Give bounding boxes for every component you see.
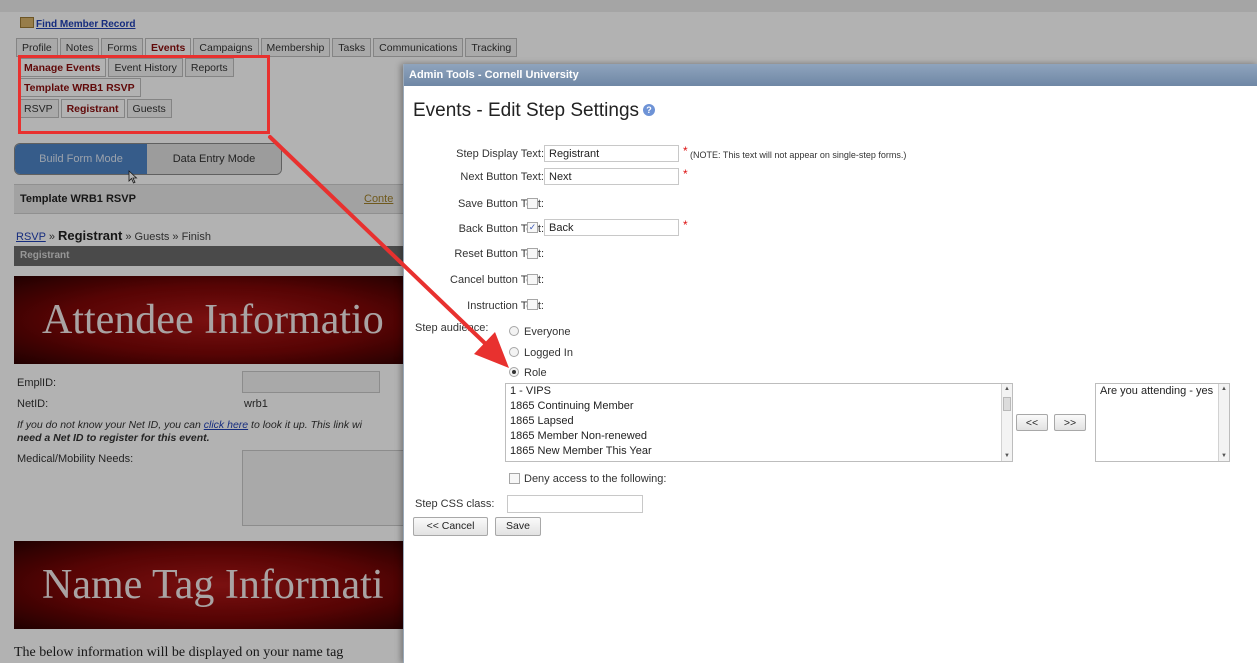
scroll-thumb[interactable] [1003, 397, 1011, 411]
next-button-text-label: Next Button Text: [460, 171, 544, 183]
cancel-button-text-checkbox[interactable] [527, 274, 538, 285]
deny-access-checkbox[interactable] [509, 473, 520, 484]
instruction-text-checkbox[interactable] [527, 299, 538, 310]
role-option[interactable]: 1865 New Member This Year [506, 444, 1012, 459]
save-button-text-checkbox[interactable] [527, 198, 538, 209]
selected-roles-listbox[interactable]: Are you attending - yes ▲ ▼ [1095, 383, 1230, 462]
roles-scrollbar[interactable]: ▲ ▼ [1001, 384, 1012, 461]
step-css-class-label: Step CSS class: [415, 498, 495, 510]
back-button-text-checkbox[interactable]: ✓ [527, 222, 538, 233]
help-icon[interactable]: ? [643, 104, 656, 116]
available-roles-listbox[interactable]: 1 - VIPS 1865 Continuing Member 1865 Lap… [505, 383, 1013, 462]
cancel-button[interactable]: << Cancel [413, 517, 488, 536]
step-display-input[interactable] [544, 145, 679, 162]
audience-logged-in-label: Logged In [524, 347, 573, 359]
scroll-down-icon[interactable]: ▼ [1219, 451, 1229, 461]
save-button[interactable]: Save [495, 517, 541, 536]
role-option[interactable]: 1865 Lapsed [506, 414, 1012, 429]
move-left-button[interactable]: << [1016, 414, 1048, 431]
role-option[interactable]: 1865 Member Non-renewed [506, 429, 1012, 444]
scroll-up-icon[interactable]: ▲ [1002, 384, 1012, 394]
scroll-up-icon[interactable]: ▲ [1219, 384, 1229, 394]
role-option[interactable]: 1865 Continuing Member [506, 399, 1012, 414]
back-button-text-input[interactable] [544, 219, 679, 236]
step-display-note: (NOTE: This text will not appear on sing… [690, 150, 907, 160]
edit-step-settings-dialog: Admin Tools - Cornell University Events … [403, 64, 1257, 663]
required-marker: * [683, 218, 688, 232]
required-marker: * [683, 167, 688, 181]
step-audience-label: Step audience: [415, 322, 489, 334]
audience-role-label: Role [524, 367, 547, 379]
scroll-down-icon[interactable]: ▼ [1002, 451, 1012, 461]
required-marker: * [683, 144, 688, 158]
audience-role-radio[interactable] [509, 367, 519, 377]
role-option[interactable]: 1 - VIPS [506, 384, 1012, 399]
deny-access-label: Deny access to the following: [524, 473, 667, 485]
reset-button-text-checkbox[interactable] [527, 248, 538, 259]
step-display-label: Step Display Text: [456, 148, 544, 160]
next-button-text-input[interactable] [544, 168, 679, 185]
annotation-highlight-box [18, 55, 270, 134]
selected-role-option[interactable]: Are you attending - yes [1096, 384, 1229, 399]
page-title: Events - Edit Step Settings? [413, 100, 656, 122]
audience-everyone-label: Everyone [524, 326, 571, 338]
dialog-title: Admin Tools - Cornell University [409, 69, 579, 81]
audience-logged-in-radio[interactable] [509, 347, 519, 357]
step-css-class-input[interactable] [507, 495, 643, 513]
selected-roles-scrollbar[interactable]: ▲ ▼ [1218, 384, 1229, 461]
page-title-text: Events - Edit Step Settings [413, 100, 640, 121]
audience-everyone-radio[interactable] [509, 326, 519, 336]
dialog-titlebar[interactable]: Admin Tools - Cornell University [404, 64, 1257, 86]
move-right-button[interactable]: >> [1054, 414, 1086, 431]
